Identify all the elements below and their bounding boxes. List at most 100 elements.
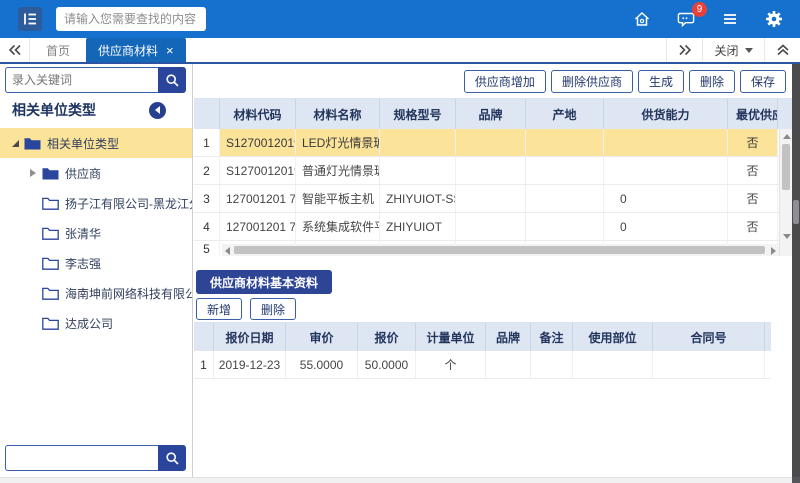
materials-row[interactable]: 4127001201 700系统集成软件平台ZHIYUIOT0否 — [194, 213, 792, 241]
materials-cell-code: 127001201 700 — [220, 213, 296, 240]
column-header-code[interactable]: 材料代码 — [220, 99, 296, 129]
menu-toggle-button[interactable] — [18, 7, 42, 31]
materials-row[interactable]: 2S127001201900普通灯光情景玻璃否 — [194, 157, 792, 185]
detail-section-tab[interactable]: 供应商材料基本资料 — [196, 270, 332, 294]
outer-scrollbar-thumb[interactable] — [793, 200, 799, 224]
search-icon — [165, 451, 180, 466]
materials-cell-best: 否 — [728, 129, 778, 156]
column-header-quote[interactable]: 报价 — [358, 323, 416, 351]
collapse-tabbar-icon[interactable] — [764, 38, 800, 62]
vertical-scrollbar-thumb[interactable] — [782, 144, 790, 190]
column-header-best[interactable]: 最优供应 — [728, 99, 778, 129]
tree-search-button[interactable] — [158, 67, 186, 93]
scroll-tabs-right-icon[interactable] — [666, 38, 702, 62]
column-header-unit[interactable]: 计量单位 — [416, 323, 486, 351]
materials-cell-code: S127001201900 — [220, 129, 296, 156]
column-header-audit[interactable]: 审价 — [286, 323, 358, 351]
horizontal-scrollbar[interactable] — [222, 244, 779, 256]
quotes-cell-unit: 个 — [416, 351, 486, 378]
tree-caret-icon[interactable] — [26, 169, 40, 177]
quotes-cell-quote: 50.0000 — [358, 351, 416, 378]
column-header-capacity[interactable]: 供货能力 — [604, 99, 728, 129]
tab-home[interactable]: 首页 — [30, 38, 86, 62]
column-header-usage[interactable]: 使用部位 — [573, 323, 653, 351]
tree-item-label: 供应商 — [65, 165, 101, 182]
chevron-down-icon — [745, 48, 753, 53]
main-toolbar: 供应商增加删除供应商生成删除保存 — [194, 64, 792, 98]
materials-cell-code: S127001201900 — [220, 157, 296, 184]
tree-item-label: 海南坤前网络科技有限公司 — [65, 285, 192, 302]
body: 相关单位类型 相关单位类型供应商扬子江有限公司-黑龙江分部张清华李志强海南坤前网… — [0, 64, 800, 477]
tab-supplier-materials[interactable]: 供应商材料 × — [86, 38, 186, 62]
quotes-cell-date: 2019-12-23 — [214, 351, 286, 378]
tree-item[interactable]: 扬子江有限公司-黑龙江分部 — [0, 188, 192, 218]
add-supplier-button[interactable]: 供应商增加 — [464, 70, 546, 93]
materials-cell-origin — [526, 185, 604, 212]
close-tabs-label: 关闭 — [714, 42, 738, 59]
tree-item[interactable]: 张清华 — [0, 218, 192, 248]
org-tree: 相关单位类型供应商扬子江有限公司-黑龙江分部张清华李志强海南坤前网络科技有限公司… — [0, 128, 192, 338]
sidebar-bottom-search-button[interactable] — [158, 445, 186, 471]
collapse-sidebar-button[interactable] — [149, 102, 166, 119]
close-tab-icon[interactable]: × — [166, 44, 174, 57]
tree-filter-input[interactable] — [5, 67, 158, 93]
materials-table-body: 1S127001201900LED灯光情景玻璃否2S127001201900普通… — [194, 129, 792, 256]
horizontal-scrollbar-thumb[interactable] — [234, 246, 765, 254]
column-header-brand[interactable]: 品牌 — [456, 99, 526, 129]
global-search-input[interactable] — [56, 7, 206, 31]
tree-item[interactable]: 海南坤前网络科技有限公司 — [0, 278, 192, 308]
quotes-cell-filler — [765, 351, 777, 378]
tree-item[interactable]: 达成公司 — [0, 308, 192, 338]
materials-cell-best: 否 — [728, 185, 778, 212]
column-header-contract[interactable]: 合同号 — [653, 323, 765, 351]
vertical-scrollbar[interactable] — [779, 129, 792, 256]
save-button[interactable]: 保存 — [740, 70, 786, 93]
column-header-brand[interactable]: 品牌 — [486, 323, 531, 351]
home-icon[interactable] — [632, 9, 652, 29]
column-header-spec[interactable]: 规格型号 — [380, 99, 456, 129]
tabbar: 首页 供应商材料 × 关闭 — [0, 38, 800, 64]
scroll-up-icon[interactable] — [783, 134, 791, 139]
generate-button[interactable]: 生成 — [638, 70, 684, 93]
detail-toolbar: 新增删除 — [196, 298, 296, 320]
quotes-table: 报价日期审价报价计量单位品牌备注使用部位合同号 12019-12-2355.00… — [194, 322, 771, 379]
tree-caret-icon[interactable] — [8, 140, 22, 147]
tree-item-label: 相关单位类型 — [47, 135, 119, 152]
sidebar-bottom-search-input[interactable] — [5, 445, 158, 471]
messages-icon[interactable]: 9 — [676, 9, 696, 29]
sidebar-bottom-search — [5, 445, 186, 471]
column-header-date[interactable]: 报价日期 — [214, 323, 286, 351]
column-header-num — [194, 99, 220, 129]
close-tabs-dropdown[interactable]: 关闭 — [702, 38, 764, 62]
scroll-right-icon[interactable] — [771, 247, 776, 255]
materials-cell-num: 2 — [194, 157, 220, 184]
materials-row[interactable]: 1S127001201900LED灯光情景玻璃否 — [194, 129, 792, 157]
materials-cell-name: 普通灯光情景玻璃 — [296, 157, 380, 184]
materials-cell-origin — [526, 213, 604, 240]
settings-gear-icon[interactable] — [764, 9, 784, 29]
delete-supplier-button[interactable]: 删除供应商 — [551, 70, 633, 93]
tab-home-label: 首页 — [46, 42, 70, 59]
outer-scrollbar[interactable] — [792, 64, 800, 477]
materials-cell-num: 3 — [194, 185, 220, 212]
add-quote-button[interactable]: 新增 — [196, 298, 242, 320]
delete-quote-button[interactable]: 删除 — [250, 298, 296, 320]
tree-item[interactable]: 供应商 — [0, 158, 192, 188]
tree-item[interactable]: 李志强 — [0, 248, 192, 278]
scroll-tabs-left-icon[interactable] — [0, 38, 30, 62]
materials-row[interactable]: 3127001201 700智能平板主机ZHIYUIOT-SSH-0否 — [194, 185, 792, 213]
quotes-table-header: 报价日期审价报价计量单位品牌备注使用部位合同号 — [194, 323, 771, 351]
column-header-origin[interactable]: 产地 — [526, 99, 604, 129]
apps-menu-icon[interactable] — [720, 9, 740, 29]
materials-cell-brand — [456, 213, 526, 240]
delete-button[interactable]: 删除 — [689, 70, 735, 93]
tree-item[interactable]: 相关单位类型 — [0, 128, 192, 158]
scroll-left-icon[interactable] — [225, 247, 230, 255]
materials-cell-spec: ZHIYUIOT — [380, 213, 456, 240]
scroll-down-icon[interactable] — [783, 234, 791, 239]
sidebar: 相关单位类型 相关单位类型供应商扬子江有限公司-黑龙江分部张清华李志强海南坤前网… — [0, 64, 193, 477]
column-header-note[interactable]: 备注 — [531, 323, 573, 351]
quotes-row[interactable]: 12019-12-2355.000050.0000个 — [194, 351, 771, 379]
column-header-name[interactable]: 材料名称 — [296, 99, 380, 129]
folder-icon — [42, 316, 60, 330]
